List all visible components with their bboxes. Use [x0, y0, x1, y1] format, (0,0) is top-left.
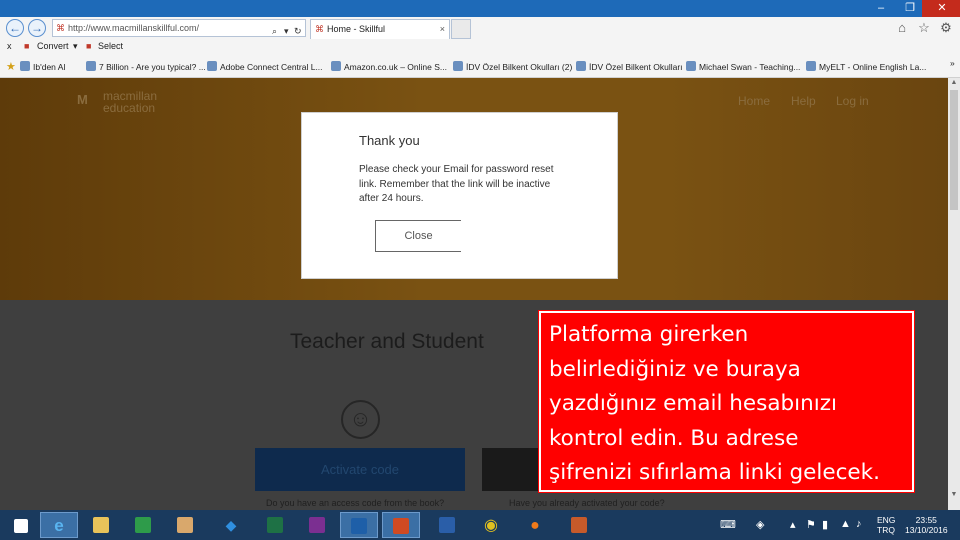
convert-dropdown-icon[interactable]: ▾: [73, 41, 78, 52]
keyboard-icon[interactable]: ⌨: [720, 518, 736, 531]
favorite-page-icon: [806, 61, 816, 71]
instruction-callout: Platforma girerken belirlediğiniz ve bur…: [538, 310, 915, 493]
dropbox-icon[interactable]: ◆: [212, 512, 250, 538]
dialog-message: Please check your Email for password res…: [359, 164, 554, 204]
restore-button[interactable]: ❐: [897, 0, 923, 17]
flag-icon[interactable]: ⚑: [806, 518, 816, 531]
nav-help-link[interactable]: Help: [791, 94, 816, 108]
address-url: http://www.macmillanskillful.com/: [68, 23, 200, 33]
favorites-bar: ★ Ib'den Al 7 Billion - Are you typical?…: [0, 56, 960, 78]
dropdown-icon[interactable]: ▾: [284, 23, 289, 39]
refresh-icon[interactable]: ↻: [294, 23, 302, 39]
smiley-icon: ☺: [341, 400, 380, 439]
callout-line: Platforma girerken: [549, 322, 749, 347]
language-indicator[interactable]: ENG TRQ: [877, 515, 895, 535]
command-bar-close-icon[interactable]: x: [7, 41, 12, 51]
favorite-page-icon: [207, 61, 217, 71]
signal-icon[interactable]: ▲: [840, 518, 851, 530]
internet-explorer-icon[interactable]: e: [40, 512, 78, 538]
section-title: Teacher and Student: [290, 330, 484, 353]
nav-home-link[interactable]: Home: [738, 94, 770, 108]
scrollbar-thumb[interactable]: [950, 90, 958, 210]
navigation-bar: ← → ⌘ http://www.macmillanskillful.com/ …: [0, 17, 960, 39]
favorite-link[interactable]: Adobe Connect Central L...: [207, 61, 323, 72]
callout-line: şifrenizi sıfırlama linki gelecek.: [549, 460, 880, 485]
excel-icon[interactable]: [256, 512, 294, 538]
macmillan-logo[interactable]: macmillan education: [103, 90, 157, 114]
scroll-down-icon[interactable]: ▼: [948, 490, 960, 500]
favorite-link[interactable]: Amazon.co.uk – Online S...: [331, 61, 447, 72]
favorite-link[interactable]: 7 Billion - Are you typical? ...: [86, 61, 206, 72]
settings-gear-icon[interactable]: ⚙: [938, 20, 954, 36]
thank-you-dialog: Thank you Please check your Email for pa…: [301, 112, 618, 279]
tab-close-icon[interactable]: ×: [440, 20, 445, 38]
window-titlebar: – ❐ ✕: [0, 0, 960, 17]
address-bar[interactable]: ⌘ http://www.macmillanskillful.com/ ⌕ ▾ …: [52, 19, 306, 37]
activated-code-question: Have you already activated your code?: [509, 498, 665, 508]
favorite-page-icon: [86, 61, 96, 71]
macmillan-logo-icon: M: [77, 92, 88, 107]
search-icon[interactable]: ⌕: [272, 23, 277, 39]
pdf-convert-icon: ■: [24, 41, 30, 51]
favorite-page-icon: [686, 61, 696, 71]
scroll-up-icon[interactable]: ▲: [948, 78, 960, 88]
tray-arrow-icon[interactable]: ▴: [790, 518, 796, 531]
activate-code-button[interactable]: Activate code: [255, 448, 465, 491]
chrome-icon[interactable]: ◉: [472, 512, 510, 538]
windows-taskbar: e ◆ ◉ ● ⌨ ◈ ▴ ⚑ ▮ ▲ ♪ ENG TRQ 23:55 13/1…: [0, 510, 960, 540]
select-button[interactable]: Select: [98, 41, 123, 51]
new-tab-button[interactable]: [451, 19, 471, 39]
favorite-page-icon: [576, 61, 586, 71]
photos-icon[interactable]: [166, 512, 204, 538]
system-clock[interactable]: 23:55 13/10/2016: [905, 515, 948, 535]
back-button[interactable]: ←: [6, 19, 24, 37]
favorites-star-icon: ★: [6, 61, 16, 73]
favorite-link[interactable]: Ib'den Al: [20, 61, 65, 72]
dialog-title: Thank you: [359, 133, 420, 148]
close-button[interactable]: Close: [375, 220, 461, 252]
favorite-link[interactable]: Michael Swan - Teaching...: [686, 61, 800, 72]
favorite-page-icon: [331, 61, 341, 71]
callout-line: yazdığınız email hesabınızı: [549, 391, 837, 416]
access-code-question: Do you have an access code from the book…: [266, 498, 445, 508]
tab-home-skillful[interactable]: ⌘ Home - Skillful ×: [310, 19, 450, 39]
select-icon: ■: [86, 41, 92, 51]
network-icon[interactable]: ▮: [822, 518, 828, 531]
home-icon[interactable]: ⌂: [894, 20, 910, 36]
back-arrow-icon: ←: [9, 21, 21, 35]
forward-button[interactable]: →: [28, 19, 46, 37]
command-bar: x ■ Convert ▾ ■ Select: [0, 39, 960, 56]
callout-line: belirlediğiniz ve buraya: [549, 356, 801, 382]
site-favicon-icon: ⌘: [56, 23, 65, 33]
app-icon[interactable]: [560, 512, 598, 538]
page-scrollbar[interactable]: ▲ ▼: [948, 78, 960, 510]
favorite-page-icon: [453, 61, 463, 71]
browser-chrome: – ❐ ✕ ← → ⌘ http://www.macmillanskillful…: [0, 0, 960, 78]
powerpoint-icon[interactable]: [382, 512, 420, 538]
forward-arrow-icon: →: [31, 21, 43, 35]
store-icon[interactable]: [124, 512, 162, 538]
onenote-icon[interactable]: [298, 512, 336, 538]
outlook-icon[interactable]: [340, 512, 378, 538]
favorite-page-icon: [20, 61, 30, 71]
convert-button[interactable]: Convert: [37, 41, 69, 51]
favorite-link[interactable]: İDV Özel Bilkent Okulları (2): [453, 61, 572, 72]
tab-title: Home - Skillful: [327, 24, 386, 34]
nav-login-link[interactable]: Log in: [836, 94, 869, 108]
windows-start-icon[interactable]: [2, 512, 40, 538]
word-icon[interactable]: [428, 512, 466, 538]
minimize-button[interactable]: –: [868, 0, 894, 17]
favorite-link[interactable]: MyELT - Online English La...: [806, 61, 926, 72]
notification-icon[interactable]: ◈: [756, 518, 764, 531]
favorite-link[interactable]: İDV Özel Bilkent Okulları: [576, 61, 683, 72]
firefox-icon[interactable]: ●: [516, 512, 554, 538]
callout-line: kontrol edin. Bu adrese: [549, 425, 799, 451]
favorites-star-icon[interactable]: ☆: [916, 20, 932, 36]
tab-favicon-icon: ⌘: [315, 24, 324, 34]
favorites-overflow-icon[interactable]: »: [950, 58, 955, 68]
volume-icon[interactable]: ♪: [856, 518, 862, 530]
close-window-button[interactable]: ✕: [922, 0, 960, 17]
file-explorer-icon[interactable]: [82, 512, 120, 538]
